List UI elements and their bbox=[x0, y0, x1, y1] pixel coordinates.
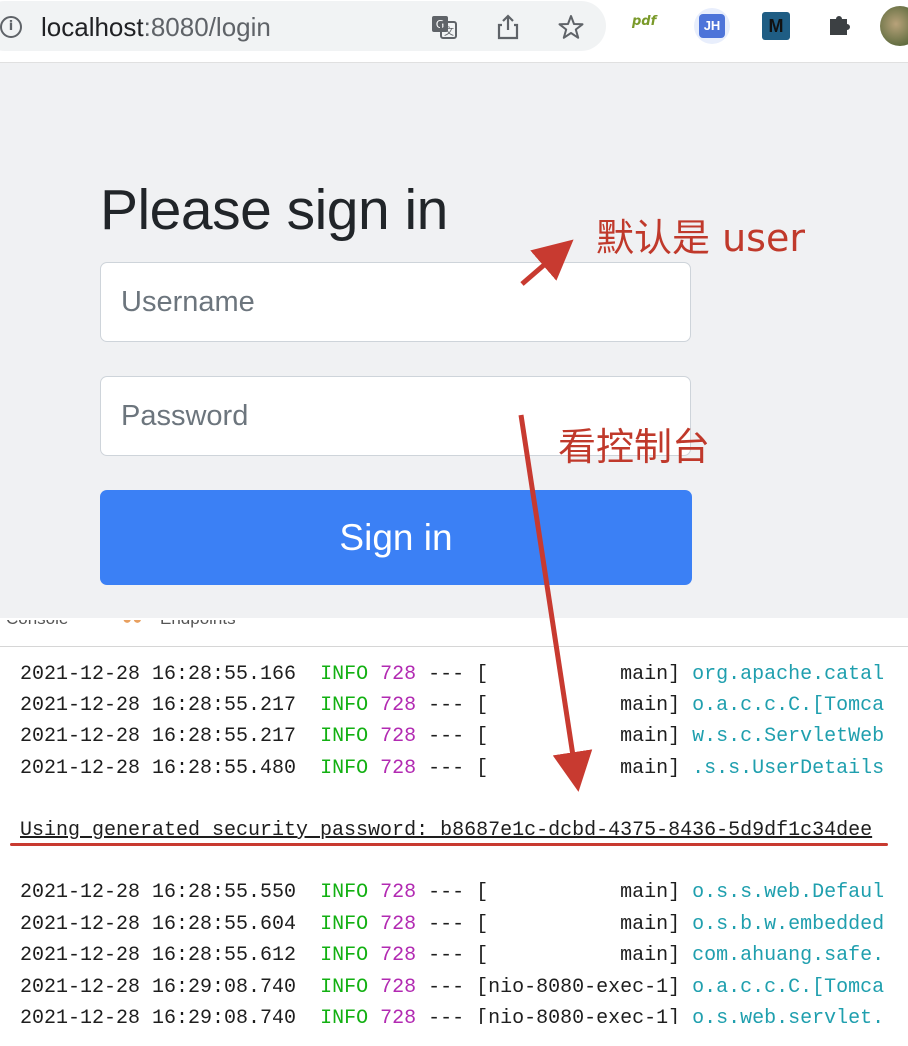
annotation-arrows bbox=[518, 239, 593, 792]
password-arrow bbox=[518, 414, 593, 792]
username-arrow bbox=[520, 239, 574, 286]
